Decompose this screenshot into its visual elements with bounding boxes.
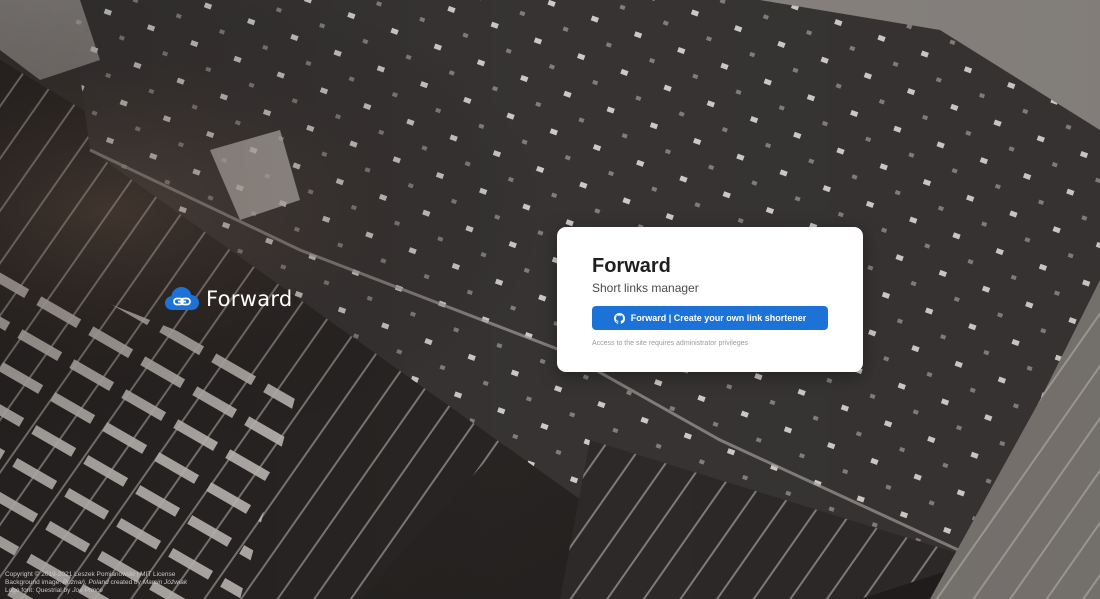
footer-copyright: Copyright © 2019-2021 Leszek Pomianowski… [5,571,176,578]
github-link-button[interactable]: Forward | Create your own link shortener [592,306,828,330]
brand-logo: Forward [164,284,293,314]
card-subtitle: Short links manager [592,281,699,295]
github-icon [613,312,625,324]
footer-background-middle: created by [108,579,143,586]
footer-background-place: Poznań, Poland [62,579,109,586]
logo-text: Forward [206,287,293,311]
access-note: Access to the site requires administrato… [592,340,749,347]
footer-font-credit: Logo font: Questrial by Joe Prince [5,587,187,595]
cloud-link-icon [165,287,199,310]
footer-font-name[interactable]: Questrial [36,587,62,594]
footer-background-prefix: Background image: [5,579,63,586]
card-title: Forward [592,255,671,277]
footer-background-author[interactable]: Marcin Jóźwiak [143,579,187,586]
footer-font-prefix: Logo font: [5,587,36,594]
footer-background-credit: Background image: Poznań, Poland created… [5,579,187,587]
footer-credits: Copyright © 2019-2021 Leszek Pomianowski… [5,571,187,595]
welcome-card: Forward Short links manager Forward | Cr… [557,227,863,372]
login-page: Forward Forward Short links manager Forw… [0,0,1100,599]
github-link-button-label: Forward | Create your own link shortener [630,313,807,323]
footer-font-middle: by [61,587,73,594]
footer-font-author[interactable]: Joe Prince [72,587,103,594]
